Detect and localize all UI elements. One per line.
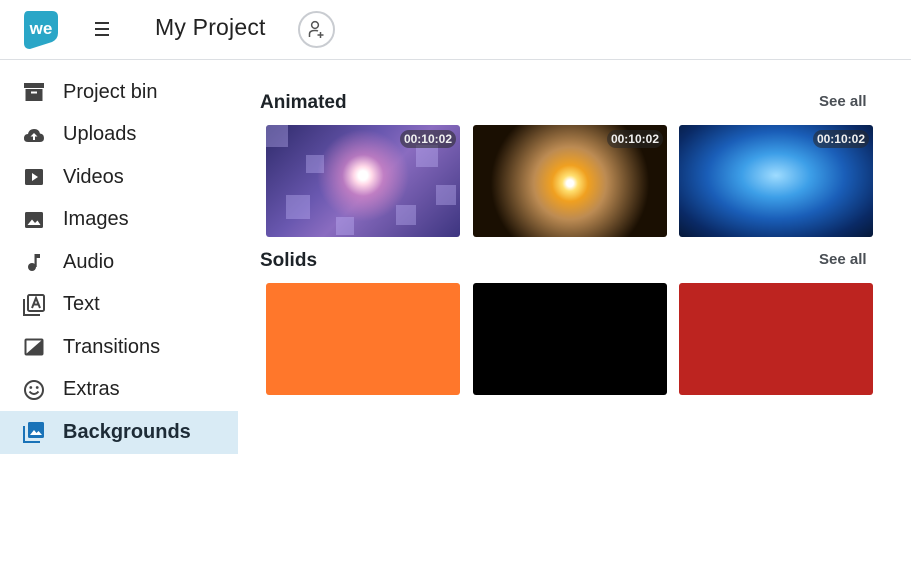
duration-badge: 00:10:02 [399, 130, 456, 148]
sidebar-item-images[interactable]: Images [0, 199, 238, 242]
sidebar-item-backgrounds[interactable]: Backgrounds [0, 411, 238, 454]
sidebar-item-label: Audio [63, 250, 115, 273]
sidebar-item-videos[interactable]: Videos [0, 156, 238, 199]
see-all-animated-link[interactable]: See all [819, 93, 867, 110]
text-icon [22, 293, 46, 317]
transition-icon [22, 335, 46, 359]
sidebar-item-transitions[interactable]: Transitions [0, 326, 238, 369]
see-all-solids-link[interactable]: See all [819, 251, 867, 268]
sidebar-item-audio[interactable]: Audio [0, 241, 238, 284]
animated-thumbnail[interactable]: 00:10:02 [266, 125, 460, 237]
sidebar-item-uploads[interactable]: Uploads [0, 114, 238, 157]
menu-icon[interactable] [93, 19, 113, 39]
project-title[interactable]: My Project [155, 14, 266, 41]
sidebar-item-label: Project bin [63, 80, 158, 103]
image-icon [22, 208, 46, 232]
add-user-icon [308, 20, 323, 38]
top-bar: we My Project [0, 0, 911, 60]
animated-thumbnail[interactable]: 00:10:02 [473, 125, 667, 237]
sidebar-item-project-bin[interactable]: Project bin [0, 71, 238, 114]
sidebar-item-label: Images [63, 208, 129, 231]
logo-text: we [29, 19, 53, 38]
smiley-icon [22, 378, 46, 402]
sidebar-item-label: Uploads [63, 123, 137, 146]
solid-color-swatch[interactable] [473, 283, 667, 395]
add-collaborator-button[interactable] [298, 11, 335, 48]
sidebar-item-text[interactable]: Text [0, 284, 238, 327]
solid-color-swatch[interactable] [266, 283, 460, 395]
play-icon [22, 165, 46, 189]
cloud-upload-icon [22, 123, 46, 147]
section-title-animated: Animated [260, 92, 347, 113]
archive-icon [22, 80, 46, 104]
sidebar-item-label: Extras [63, 378, 120, 401]
sidebar-item-label: Transitions [63, 335, 161, 358]
sidebar-item-label: Text [63, 293, 100, 316]
duration-badge: 00:10:02 [606, 130, 663, 148]
sidebar-item-label: Backgrounds [63, 420, 191, 443]
sidebar: Project bin Uploads Videos Images Audio … [0, 71, 238, 454]
duration-badge: 00:10:02 [812, 130, 869, 148]
section-title-solids: Solids [260, 250, 318, 271]
sidebar-item-extras[interactable]: Extras [0, 369, 238, 412]
sidebar-item-label: Videos [63, 165, 124, 188]
we-logo[interactable]: we [20, 9, 60, 49]
solid-color-swatch[interactable] [679, 283, 873, 395]
music-note-icon [22, 250, 46, 274]
backgrounds-icon [22, 420, 46, 444]
animated-thumbnail[interactable]: 00:10:02 [679, 125, 873, 237]
